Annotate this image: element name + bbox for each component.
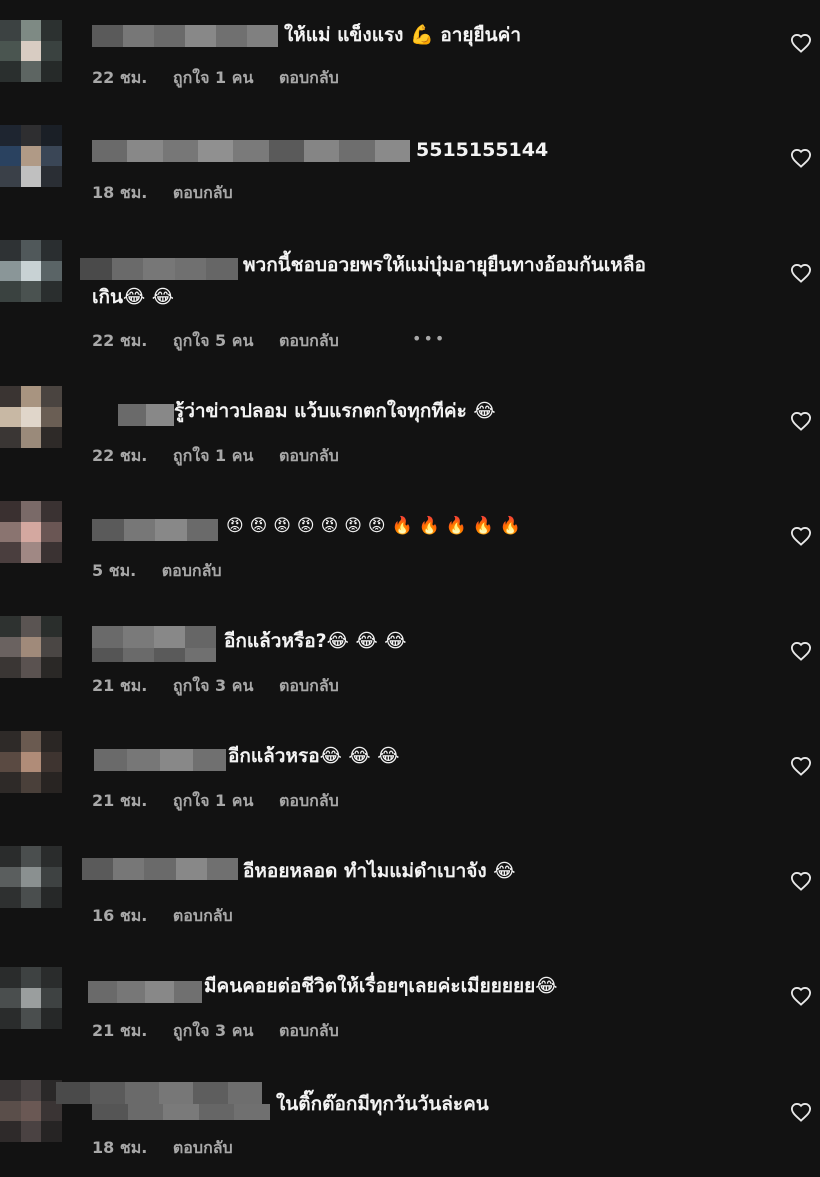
username-blurred[interactable] (82, 858, 238, 880)
heart-outline-icon[interactable] (790, 756, 812, 776)
avatar[interactable] (0, 967, 62, 1029)
reply-button[interactable]: ตอบกลับ (173, 183, 233, 202)
comment-text: อีกแล้วหรอ😂 😂 😂 (228, 745, 400, 767)
comment-meta: 22 ชม. ถูกใจ 1 คน ตอบกลับ (92, 444, 359, 469)
comment-likes[interactable]: ถูกใจ 1 คน (173, 446, 253, 465)
comment-item: ในติ๊กต๊อกมีทุกวันวันล่ะคน 18 ชม. ตอบกลั… (0, 1066, 820, 1166)
reply-button[interactable]: ตอบกลับ (279, 791, 339, 810)
reply-button[interactable]: ตอบกลับ (173, 906, 233, 925)
username-blurred[interactable] (92, 626, 216, 648)
comment-item: อีกแล้วหรือ?😂 😂 😂 21 ชม. ถูกใจ 3 คน ตอบก… (0, 606, 820, 706)
comment-text-continued: เกิน😂 😂 (92, 286, 175, 308)
comment-meta: 21 ชม. ถูกใจ 3 คน ตอบกลับ (92, 674, 359, 699)
comment-item: มีคนคอยต่อชีวิตให้เรื่อยๆเลยค่ะเมียยยยย😂… (0, 951, 820, 1051)
comment-item: อีหอยหลอด ทำไมแม่ดำเบาจัง 😂 16 ชม. ตอบกล… (0, 836, 820, 936)
avatar[interactable] (0, 386, 62, 448)
comment-text: มีคนคอยต่อชีวิตให้เรื่อยๆเลยค่ะเมียยยยย😂 (204, 975, 558, 997)
heart-outline-icon[interactable] (790, 526, 812, 546)
comment-time: 22 ชม. (92, 446, 148, 465)
comment-time: 18 ชม. (92, 1138, 148, 1157)
comment-text: ในติ๊กต๊อกมีทุกวันวันล่ะคน (276, 1093, 489, 1115)
comment-likes[interactable]: ถูกใจ 5 คน (173, 331, 253, 350)
comment-text: อีหอยหลอด ทำไมแม่ดำเบาจัง 😂 (243, 860, 516, 882)
more-dots-icon[interactable]: ••• (412, 329, 446, 348)
reply-button[interactable]: ตอบกลับ (279, 676, 339, 695)
username-blurred[interactable] (92, 140, 410, 162)
comment-text: ให้แม่ แข็งแรง 💪 อายุยืนค่า (284, 24, 522, 46)
comments-panel: { "comments": [ {"text": "ให้แม่ แข็งแรง… (0, 0, 820, 1177)
username-blurred[interactable] (80, 258, 238, 280)
username-blurred[interactable] (94, 749, 226, 771)
username-blurred[interactable] (92, 519, 218, 541)
comment-likes[interactable]: ถูกใจ 3 คน (173, 1021, 253, 1040)
comment-item: พวกนี้ชอบอวยพรให้แม่บุ๋มอายุยืนทางอ้อมกั… (0, 230, 820, 350)
avatar[interactable] (0, 20, 62, 82)
username-blurred[interactable] (56, 1082, 262, 1104)
heart-outline-icon[interactable] (790, 263, 812, 283)
comment-likes[interactable]: ถูกใจ 1 คน (173, 791, 253, 810)
reply-button[interactable]: ตอบกลับ (279, 331, 339, 350)
comment-time: 21 ชม. (92, 791, 148, 810)
comment-text: อีกแล้วหรือ?😂 😂 😂 (224, 630, 407, 652)
comment-meta: 21 ชม. ถูกใจ 1 คน ตอบกลับ (92, 789, 359, 814)
reply-button[interactable]: ตอบกลับ (279, 446, 339, 465)
avatar[interactable] (0, 731, 62, 793)
comment-item: อีกแล้วหรอ😂 😂 😂 21 ชม. ถูกใจ 1 คน ตอบกลั… (0, 721, 820, 821)
comment-item: 😡 😡 😡 😡 😡 😡 😡 🔥 🔥 🔥 🔥 🔥 5 ชม. ตอบกลับ (0, 491, 820, 591)
heart-outline-icon[interactable] (790, 1102, 812, 1122)
heart-outline-icon[interactable] (790, 871, 812, 891)
comment-meta: 18 ชม. ตอบกลับ (92, 181, 253, 206)
heart-outline-icon[interactable] (790, 411, 812, 431)
username-blurred-line2 (92, 1104, 270, 1120)
avatar[interactable] (0, 1080, 62, 1142)
avatar[interactable] (0, 125, 62, 187)
username-blurred[interactable] (92, 25, 278, 47)
comment-meta: 16 ชม. ตอบกลับ (92, 904, 253, 929)
comment-time: 22 ชม. (92, 68, 148, 87)
comment-text: 5515155144 (416, 139, 549, 161)
comment-item: 5515155144 18 ชม. ตอบกลับ (0, 115, 820, 215)
reply-button[interactable]: ตอบกลับ (173, 1138, 233, 1157)
comment-text: พวกนี้ชอบอวยพรให้แม่บุ๋มอายุยืนทางอ้อมกั… (243, 254, 646, 276)
comment-time: 21 ชม. (92, 1021, 148, 1040)
avatar[interactable] (0, 616, 62, 678)
comment-meta: 21 ชม. ถูกใจ 3 คน ตอบกลับ (92, 1019, 359, 1044)
avatar[interactable] (0, 240, 62, 302)
comment-meta: 18 ชม. ตอบกลับ (92, 1136, 253, 1161)
comment-meta: 22 ชม. ถูกใจ 1 คน ตอบกลับ (92, 66, 359, 91)
comment-time: 5 ชม. (92, 561, 137, 580)
username-blurred[interactable] (118, 404, 174, 426)
comment-time: 18 ชม. (92, 183, 148, 202)
comment-meta: 22 ชม. ถูกใจ 5 คน ตอบกลับ (92, 329, 359, 354)
comment-time: 21 ชม. (92, 676, 148, 695)
comment-text: 😡 😡 😡 😡 😡 😡 😡 🔥 🔥 🔥 🔥 🔥 (226, 516, 521, 536)
comment-text: รู้ว่าข่าวปลอม แว้บแรกตกใจทุกทีค่ะ 😂 (174, 400, 496, 422)
comment-time: 22 ชม. (92, 331, 148, 350)
comment-likes[interactable]: ถูกใจ 3 คน (173, 676, 253, 695)
heart-outline-icon[interactable] (790, 33, 812, 53)
comment-likes[interactable]: ถูกใจ 1 คน (173, 68, 253, 87)
comment-meta: 5 ชม. ตอบกลับ (92, 559, 242, 584)
avatar[interactable] (0, 846, 62, 908)
reply-button[interactable]: ตอบกลับ (279, 68, 339, 87)
heart-outline-icon[interactable] (790, 148, 812, 168)
comment-item: ให้แม่ แข็งแรง 💪 อายุยืนค่า 22 ชม. ถูกใจ… (0, 0, 820, 100)
reply-button[interactable]: ตอบกลับ (162, 561, 222, 580)
comment-time: 16 ชม. (92, 906, 148, 925)
username-blurred-line2 (92, 648, 216, 662)
reply-button[interactable]: ตอบกลับ (279, 1021, 339, 1040)
avatar[interactable] (0, 501, 62, 563)
heart-outline-icon[interactable] (790, 986, 812, 1006)
comment-item: รู้ว่าข่าวปลอม แว้บแรกตกใจทุกทีค่ะ 😂 22 … (0, 376, 820, 476)
heart-outline-icon[interactable] (790, 641, 812, 661)
username-blurred[interactable] (88, 981, 202, 1003)
